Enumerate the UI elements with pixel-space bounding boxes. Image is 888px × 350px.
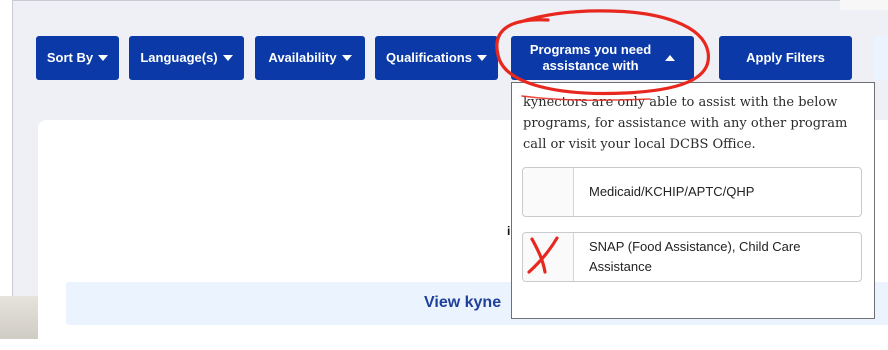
sort-by-label: Sort By [46, 50, 94, 65]
caret-down-icon [341, 55, 352, 61]
apply-filters-button[interactable]: Apply Filters [719, 36, 852, 80]
qualifications-button[interactable]: Qualifications [375, 36, 498, 80]
window-edge-shade [0, 296, 40, 339]
partial-text-mark: i [507, 224, 511, 238]
caret-up-icon [665, 55, 676, 61]
programs-label: Programs you need assistance with [530, 42, 651, 74]
languages-button[interactable]: Language(s) [129, 36, 244, 80]
qualifications-label: Qualifications [386, 50, 472, 65]
availability-button[interactable]: Availability [255, 36, 365, 80]
option-label: Medicaid/KCHIP/APTC/QHP [589, 184, 755, 199]
languages-label: Language(s) [140, 50, 218, 65]
programs-label-line1: Programs you need [529, 42, 652, 57]
option-checkbox[interactable] [523, 233, 574, 281]
availability-label: Availability [268, 50, 337, 65]
view-kynectors-label: View kyne [424, 294, 502, 311]
programs-dropdown: kynectors are only able to assist with t… [511, 82, 875, 319]
sort-by-button[interactable]: Sort By [36, 36, 119, 80]
option-medicaid[interactable]: Medicaid/KCHIP/APTC/QHP [522, 167, 862, 217]
apply-filters-label: Apply Filters [746, 50, 825, 65]
caret-down-icon [98, 55, 109, 61]
top-strip [840, 0, 888, 10]
option-snap-child-care[interactable]: SNAP (Food Assistance), Child Care Assis… [522, 232, 862, 282]
dropdown-description: kynectors are only able to assist with t… [523, 95, 848, 152]
caret-down-icon [476, 55, 487, 61]
caret-down-icon [222, 55, 233, 61]
programs-label-line2: assistance with [542, 58, 639, 73]
option-checkbox[interactable] [523, 168, 574, 216]
programs-button[interactable]: Programs you need assistance with [511, 36, 694, 80]
option-label: SNAP (Food Assistance), Child Care Assis… [589, 239, 801, 274]
partial-button-edge[interactable] [874, 36, 888, 80]
